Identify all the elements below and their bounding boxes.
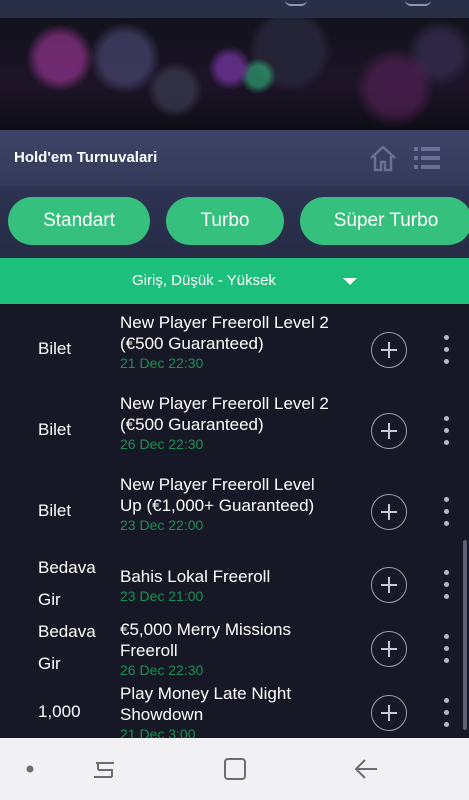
tournament-name-block: New Player Freeroll Level 2 (€500 Guaran…: [120, 393, 340, 453]
tournament-row[interactable]: Bilet New Player Freeroll Level Up (€1,0…: [0, 469, 469, 550]
tab-turbo[interactable]: Turbo: [166, 197, 284, 245]
sort-dropdown[interactable]: Giriş, Düşük - Yüksek: [0, 258, 469, 304]
tab-super-turbo[interactable]: Süper Turbo: [300, 197, 469, 245]
tournament-name: €5,000 Merry Missions Freeroll: [120, 620, 292, 660]
more-vertical-icon[interactable]: [440, 570, 452, 600]
tab-standart[interactable]: Standart: [8, 197, 150, 245]
tournament-row[interactable]: Bilet New Player Freeroll Level 2 (€500 …: [0, 388, 469, 469]
top-app-strip: [0, 0, 469, 18]
plus-circle-icon[interactable]: [371, 695, 407, 731]
plus-circle-icon[interactable]: [371, 494, 407, 530]
tournament-name-block: New Player Freeroll Level Up (€1,000+ Gu…: [120, 474, 340, 534]
tournament-row[interactable]: Bedava Gir Bahis Lokal Freeroll 23 Dec 2…: [0, 550, 469, 613]
tournament-name: Play Money Late Night Showdown: [120, 684, 292, 724]
promo-banner: [0, 18, 469, 130]
tournament-name-block: €5,000 Merry Missions Freeroll 26 Dec 22…: [120, 619, 340, 679]
tournament-name-block: Bahis Lokal Freeroll 23 Dec 21:00: [120, 566, 340, 605]
tournament-date: 26 Dec 22:30: [120, 436, 204, 452]
tournament-name: New Player Freeroll Level 2 (€500 Guaran…: [120, 313, 329, 353]
home-icon[interactable]: [368, 143, 398, 173]
tournament-list[interactable]: Bilet New Player Freeroll Level 2 (€500 …: [0, 304, 469, 738]
tournament-type-tabs: Standart Turbo Süper Turbo: [0, 186, 469, 258]
back-icon[interactable]: [352, 756, 380, 782]
plus-circle-icon[interactable]: [371, 413, 407, 449]
list-menu-icon[interactable]: [412, 145, 442, 171]
arc-icon: [285, 0, 307, 6]
entry-fee: Bedava Gir: [38, 558, 96, 609]
more-vertical-icon[interactable]: [440, 698, 452, 728]
tournament-row[interactable]: Bedava Gir €5,000 Merry Missions Freerol…: [0, 614, 469, 678]
tournament-date: 26 Dec 22:30: [120, 662, 204, 678]
entry-fee: Bilet: [38, 339, 72, 358]
tournament-name: New Player Freeroll Level Up (€1,000+ Gu…: [120, 475, 315, 515]
tournament-name: Bahis Lokal Freeroll: [120, 567, 271, 586]
caret-down-icon: [343, 278, 357, 285]
more-vertical-icon[interactable]: [440, 497, 452, 527]
sort-label: Giriş, Düşük - Yüksek: [132, 272, 276, 289]
plus-circle-icon[interactable]: [371, 631, 407, 667]
tournament-name-block: Play Money Late Night Showdown 21 Dec 3:…: [120, 683, 340, 738]
tournament-row[interactable]: Bilet New Player Freeroll Level 2 (€500 …: [0, 307, 469, 388]
tournament-date: 23 Dec 22:00: [120, 517, 204, 533]
tournament-date: 23 Dec 21:00: [120, 588, 204, 604]
tournament-row[interactable]: 1,000 Play Money Late Night Showdown 21 …: [0, 678, 469, 738]
tournament-name: New Player Freeroll Level 2 (€500 Guaran…: [120, 394, 329, 434]
entry-fee: Bedava Gir: [38, 622, 96, 673]
entry-fee: Bilet: [38, 420, 72, 439]
recents-icon[interactable]: [90, 758, 118, 782]
feather-icon: [405, 0, 431, 6]
system-navigation-bar: [0, 738, 469, 800]
page-header: Hold'em Turnuvalari: [0, 130, 469, 186]
more-vertical-icon[interactable]: [440, 335, 452, 365]
plus-circle-icon[interactable]: [371, 332, 407, 368]
page-title: Hold'em Turnuvalari: [14, 149, 158, 166]
dot-icon: [26, 765, 34, 773]
more-vertical-icon[interactable]: [440, 416, 452, 446]
entry-fee: 1,000: [38, 702, 81, 721]
plus-circle-icon[interactable]: [371, 567, 407, 603]
more-vertical-icon[interactable]: [440, 634, 452, 664]
scrollbar[interactable]: [463, 540, 467, 730]
tournament-date: 21 Dec 3:00: [120, 726, 196, 738]
home-square-icon[interactable]: [222, 756, 248, 782]
tournament-date: 21 Dec 22:30: [120, 355, 204, 371]
tournament-name-block: New Player Freeroll Level 2 (€500 Guaran…: [120, 312, 340, 372]
entry-fee: Bilet: [38, 501, 72, 520]
